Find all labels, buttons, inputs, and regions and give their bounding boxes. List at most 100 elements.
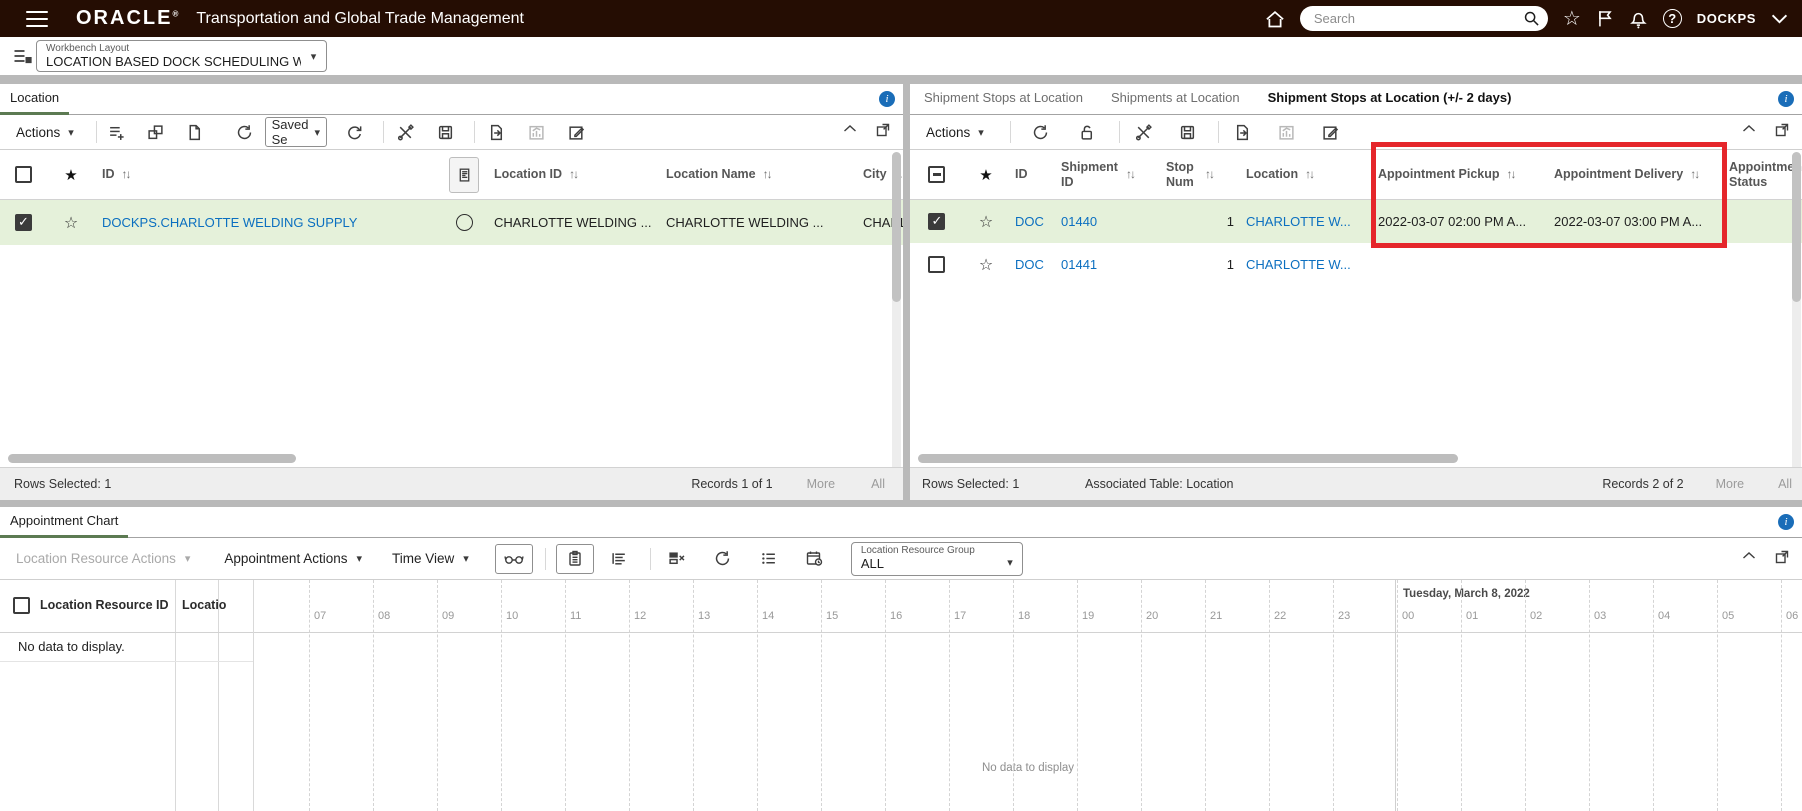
cut-unjoin-icon[interactable]	[1128, 118, 1160, 146]
favorite-star-icon[interactable]: ☆	[64, 213, 78, 233]
user-chevron-down-icon[interactable]	[1771, 14, 1788, 24]
vertical-scrollbar[interactable]	[1792, 152, 1801, 302]
workbench-layout-icon[interactable]	[12, 46, 32, 66]
agenda-view-icon[interactable]	[555, 543, 594, 574]
edit-icon[interactable]	[1315, 118, 1347, 146]
col-shipment-id[interactable]: Shipment ID ↑↓	[1055, 160, 1160, 189]
workbench-layout-select[interactable]: Workbench Layout LOCATION BASED DOCK SCH…	[36, 40, 302, 72]
info-icon[interactable]: i	[1778, 514, 1794, 530]
new-document-icon[interactable]	[179, 118, 211, 146]
export-document-icon[interactable]	[1227, 118, 1259, 146]
location-actions-button[interactable]: Actions ▾	[16, 125, 74, 140]
tab-shipment-stops[interactable]: Shipment Stops at Location	[910, 90, 1097, 114]
search-input[interactable]	[1313, 11, 1523, 26]
col-appointment-status[interactable]: Appointment Status	[1723, 160, 1802, 189]
shipment-id-link[interactable]: 01440	[1055, 214, 1160, 229]
unlock-icon[interactable]	[1071, 118, 1103, 146]
info-icon[interactable]: i	[1778, 91, 1794, 107]
save-icon[interactable]	[430, 118, 462, 146]
tab-appointment-chart[interactable]: Appointment Chart	[0, 513, 129, 538]
remove-resource-icon[interactable]	[661, 545, 693, 573]
column-divider[interactable]	[175, 580, 176, 811]
refresh-icon[interactable]	[707, 545, 739, 573]
col-id[interactable]: ID ↑↓	[96, 167, 440, 182]
select-all-checkbox[interactable]	[928, 166, 945, 183]
location-table-row[interactable]: ☆ DOCKPS.CHARLOTTE WELDING SUPPLY CHARLO…	[0, 200, 903, 245]
calendar-clock-icon[interactable]	[799, 545, 831, 573]
hierarchy-list-icon[interactable]	[604, 545, 636, 573]
col-appointment-pickup[interactable]: Appointment Pickup ↑↓	[1372, 167, 1548, 182]
appointment-actions-button[interactable]: Appointment Actions ▾	[224, 551, 362, 566]
col-location-id[interactable]: Location ID ↑↓	[488, 167, 660, 182]
shipment-row-01440[interactable]: ☆ DOC 01440 1 CHARLOTTE W... 2022-03-07 …	[910, 200, 1802, 243]
time-view-button[interactable]: Time View ▾	[392, 551, 469, 566]
collapse-panel-icon[interactable]	[1742, 551, 1756, 560]
record-indicator-icon[interactable]	[455, 214, 473, 231]
location-link[interactable]: CHARLOTTE W...	[1240, 257, 1372, 272]
col-appointment-delivery[interactable]: Appointment Delivery ↑↓	[1548, 167, 1723, 182]
favorite-star-icon[interactable]: ☆	[979, 212, 993, 232]
save-icon[interactable]	[1172, 118, 1204, 146]
all-link[interactable]: All	[1778, 477, 1792, 491]
col-location-name[interactable]: Location Name ↑↓	[660, 167, 857, 182]
select-all-checkbox[interactable]	[13, 597, 30, 614]
rerun-search-icon[interactable]	[339, 118, 371, 146]
hamburger-menu-icon[interactable]	[26, 10, 48, 27]
horizontal-scrollbar[interactable]	[8, 454, 296, 463]
flag-icon[interactable]	[1596, 9, 1614, 28]
notifications-bell-icon[interactable]	[1629, 9, 1648, 29]
favorite-column-icon[interactable]: ★	[64, 166, 77, 184]
resource-settings-icon[interactable]	[753, 545, 785, 573]
row-checkbox[interactable]	[928, 213, 945, 230]
shipment-actions-button[interactable]: Actions ▾	[926, 125, 984, 140]
all-link[interactable]: All	[871, 477, 885, 491]
user-menu[interactable]: DOCKPS	[1697, 11, 1756, 26]
info-icon[interactable]: i	[879, 91, 895, 107]
edit-icon[interactable]	[561, 118, 593, 146]
refresh-icon[interactable]	[229, 118, 261, 146]
collapse-panel-icon[interactable]	[1742, 124, 1756, 133]
column-divider[interactable]	[218, 580, 219, 811]
cut-unjoin-icon[interactable]	[390, 118, 422, 146]
location-id-link[interactable]: DOCKPS.CHARLOTTE WELDING SUPPLY	[96, 215, 440, 230]
open-in-new-window-icon[interactable]	[1774, 549, 1790, 565]
home-icon[interactable]	[1265, 9, 1285, 29]
more-link[interactable]: More	[1716, 477, 1744, 491]
stop-id-link[interactable]: DOC	[1009, 214, 1055, 229]
details-button[interactable]	[449, 156, 479, 193]
shipment-row-01441[interactable]: ☆ DOC 01441 1 CHARLOTTE W...	[910, 243, 1802, 286]
open-in-new-window-icon[interactable]	[875, 122, 891, 138]
select-all-checkbox[interactable]	[14, 166, 32, 183]
export-document-icon[interactable]	[481, 118, 513, 146]
help-icon[interactable]: ?	[1662, 9, 1682, 28]
tab-location[interactable]: Location	[0, 90, 70, 115]
preview-glasses-icon[interactable]	[494, 543, 533, 574]
col-location[interactable]: Location ↑↓	[1240, 167, 1372, 182]
favorites-star-icon[interactable]: ☆	[1563, 9, 1581, 29]
open-in-new-window-icon[interactable]	[1774, 122, 1790, 138]
compare-grid-icon[interactable]	[140, 118, 172, 146]
col-stop-num[interactable]: Stop Num ↑↓	[1160, 160, 1240, 189]
tab-shipments[interactable]: Shipments at Location	[1097, 90, 1254, 114]
tab-shipment-stops-2days[interactable]: Shipment Stops at Location (+/- 2 days)	[1254, 90, 1526, 114]
location-resource-group-select[interactable]: Location Resource Group ALL ▾	[850, 541, 1023, 576]
workbench-layout-dropdown-icon[interactable]: ▾	[301, 40, 327, 72]
refresh-icon[interactable]	[1025, 118, 1057, 146]
search-icon[interactable]	[1523, 10, 1540, 27]
stop-id-link[interactable]: DOC	[1009, 257, 1055, 272]
vertical-scrollbar[interactable]	[892, 152, 901, 302]
favorite-column-icon[interactable]: ★	[979, 166, 992, 184]
row-checkbox[interactable]	[14, 214, 32, 231]
collapse-panel-icon[interactable]	[843, 124, 857, 133]
add-row-icon[interactable]	[101, 118, 133, 146]
col-id[interactable]: ID	[1009, 167, 1055, 181]
more-link[interactable]: More	[807, 477, 835, 491]
location-link[interactable]: CHARLOTTE W...	[1240, 214, 1372, 229]
favorite-star-icon[interactable]: ☆	[979, 255, 993, 275]
row-checkbox[interactable]	[928, 256, 945, 273]
saved-search-button[interactable]: Saved Se ▾	[264, 117, 327, 147]
col-location-resource-id[interactable]: Location Resource ID	[40, 598, 169, 612]
shipment-id-link[interactable]: 01441	[1055, 257, 1160, 272]
col-location[interactable]: Locatio	[182, 598, 226, 612]
horizontal-scrollbar[interactable]	[918, 454, 1458, 463]
